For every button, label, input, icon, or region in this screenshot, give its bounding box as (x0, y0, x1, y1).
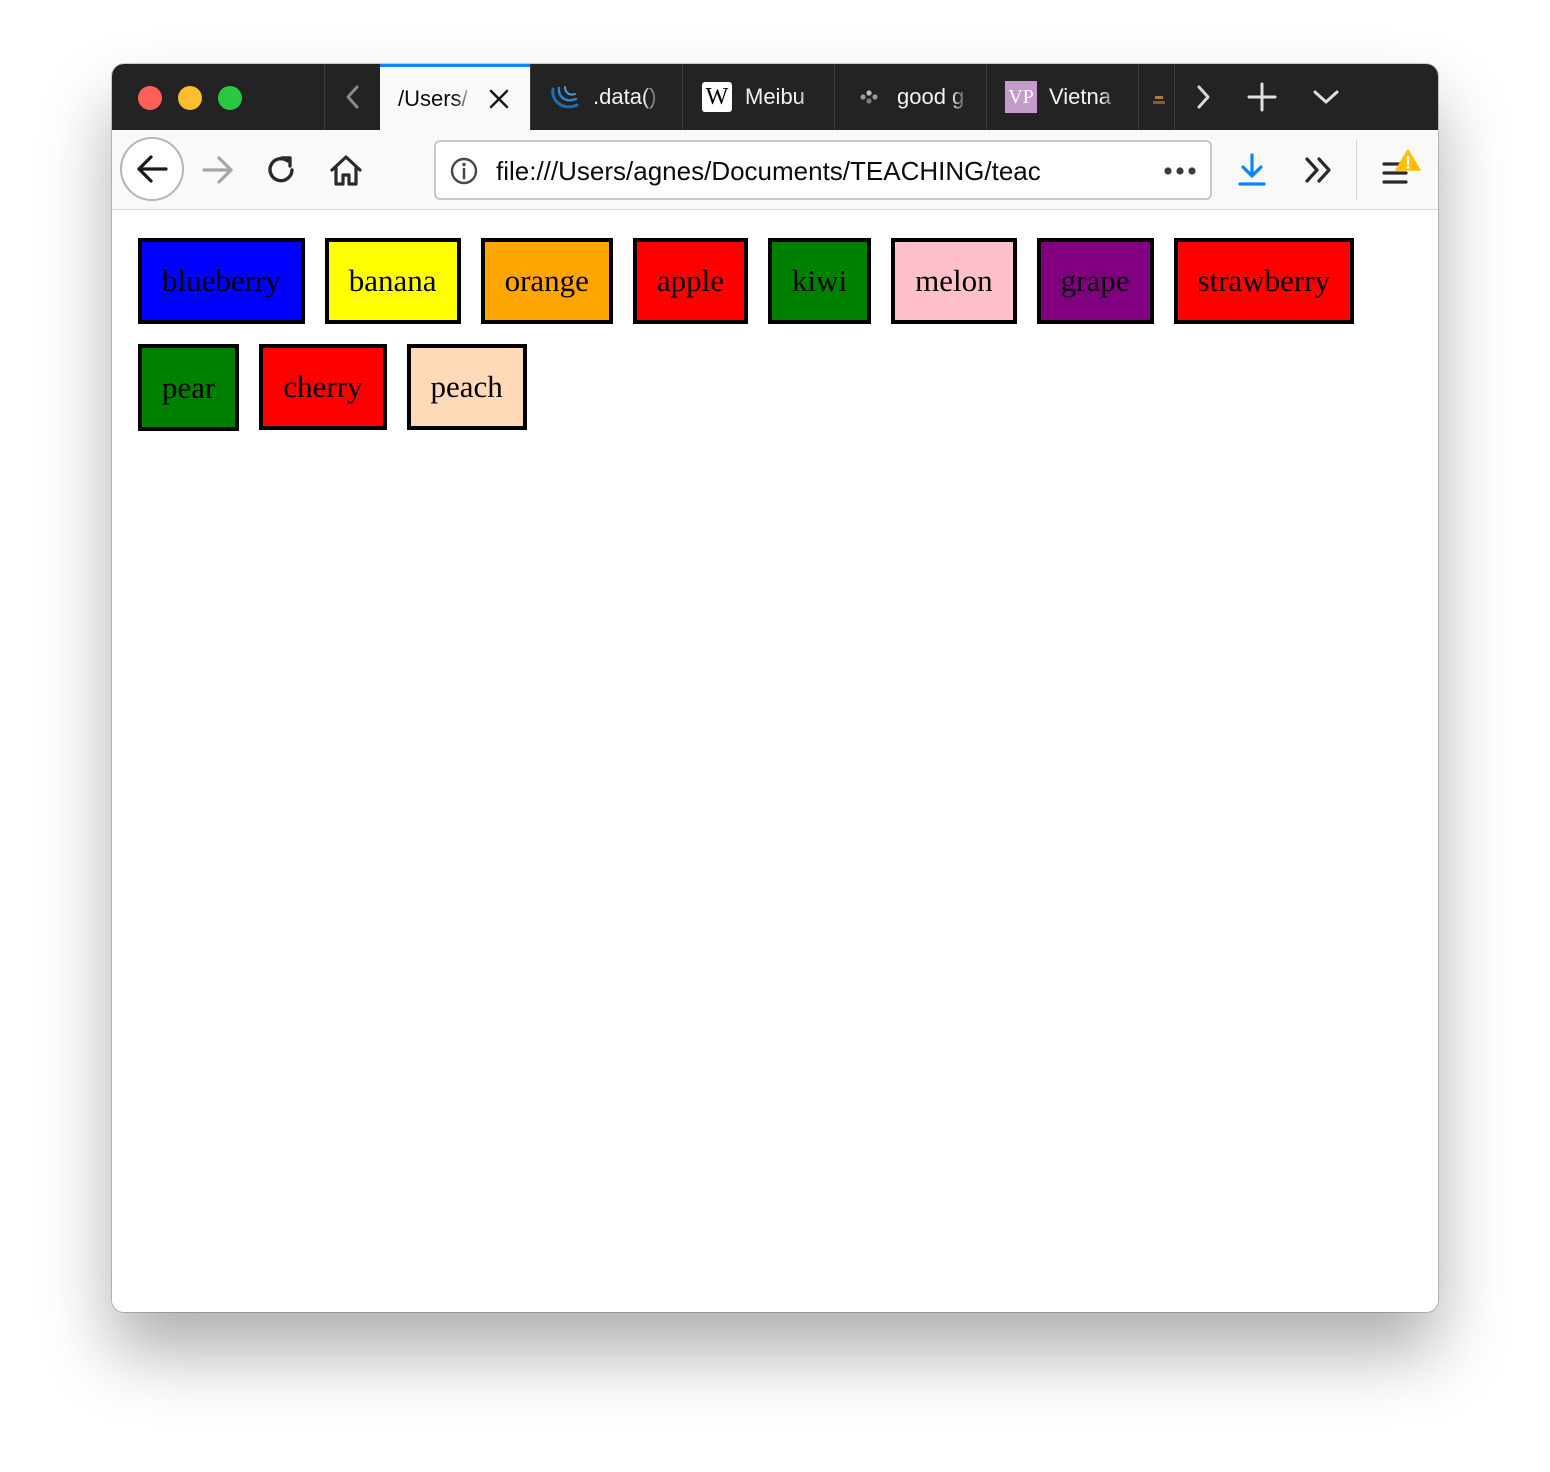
tab-title: Vietna (1049, 84, 1111, 109)
chevron-double-right-icon (1305, 157, 1331, 183)
fruit-box-kiwi: kiwi (768, 238, 872, 324)
vp-icon: VP (1005, 81, 1037, 113)
tab-partial[interactable] (1138, 64, 1174, 130)
plus-icon (1247, 82, 1277, 112)
fruit-box-strawberry: strawberry (1173, 238, 1355, 324)
tab-strip: /Users/ .data() W Meibu good g VP Vietna (112, 64, 1438, 130)
chevron-down-icon (1313, 90, 1339, 104)
jquery-icon (549, 81, 581, 113)
list-all-tabs-button[interactable] (1296, 64, 1356, 130)
address-bar[interactable]: file:///Users/agnes/Documents/TEACHING/t… (434, 140, 1212, 200)
chevron-left-icon (346, 85, 359, 109)
back-button[interactable] (120, 137, 184, 201)
reload-icon (268, 156, 294, 183)
app-menu-button[interactable] (1370, 138, 1430, 202)
forward-arrow-icon (202, 156, 233, 184)
tab-active[interactable]: /Users/ (380, 64, 530, 130)
browser-window: /Users/ .data() W Meibu good g VP Vietna… (112, 64, 1438, 1312)
tab-scroll-left-button[interactable] (324, 64, 381, 130)
warning-icon (1395, 149, 1421, 171)
page-content: blueberry banana orange apple kiwi melon grape… (112, 210, 1438, 1312)
url-text[interactable]: file:///Users/agnes/Documents/TEACHING/t… (496, 156, 1096, 186)
tab-vietnam[interactable]: VP Vietna (986, 64, 1138, 130)
tab-good[interactable]: good g (834, 64, 986, 130)
tab-title: .data() (593, 84, 657, 109)
window-close-button[interactable] (138, 86, 162, 110)
tab-scroll-right-button[interactable] (1174, 64, 1231, 130)
reload-button[interactable] (254, 138, 310, 202)
toolbar-overflow-button[interactable] (1288, 138, 1348, 202)
fruit-box-banana: banana (324, 238, 461, 324)
fruit-box-grape: grape (1036, 238, 1154, 324)
back-arrow-icon (137, 155, 168, 183)
home-button[interactable] (318, 138, 374, 202)
toolbar-separator (1356, 140, 1357, 200)
wikipedia-icon: W (701, 81, 733, 113)
downloads-button[interactable] (1222, 138, 1282, 202)
window-maximize-button[interactable] (218, 86, 242, 110)
hamburger-menu-icon (1382, 149, 1421, 184)
download-icon (1238, 153, 1266, 186)
forward-button[interactable] (190, 138, 246, 202)
fruit-box-melon: melon (891, 238, 1017, 324)
more-dots-icon[interactable] (1160, 156, 1200, 186)
fruit-box-peach: peach (406, 344, 527, 430)
tab-title: Meibu (745, 84, 805, 109)
fruit-box-cherry: cherry (259, 344, 387, 430)
new-tab-button[interactable] (1232, 64, 1292, 130)
navigation-toolbar: file:///Users/agnes/Documents/TEACHING/t… (112, 130, 1438, 210)
window-minimize-button[interactable] (178, 86, 202, 110)
partial-favicon-icon (1153, 96, 1165, 104)
tab-title: /Users/ (398, 85, 468, 111)
fruit-list: blueberry banana orange apple kiwi melon grape… (138, 238, 1418, 451)
home-icon (330, 155, 362, 186)
fruit-box-blueberry: blueberry (138, 238, 305, 324)
chevron-right-icon (1197, 85, 1210, 109)
info-icon[interactable] (448, 155, 480, 187)
tab-wikipedia[interactable]: W Meibu (682, 64, 834, 130)
fruit-box-pear: pear (138, 344, 240, 431)
tab-title: good g (897, 84, 965, 109)
spinner-icon (853, 81, 885, 113)
tab-close-icon[interactable] (488, 88, 510, 110)
fruit-box-apple: apple (632, 238, 749, 324)
tab-jquery[interactable]: .data() (530, 64, 682, 130)
fruit-box-orange: orange (480, 238, 613, 324)
